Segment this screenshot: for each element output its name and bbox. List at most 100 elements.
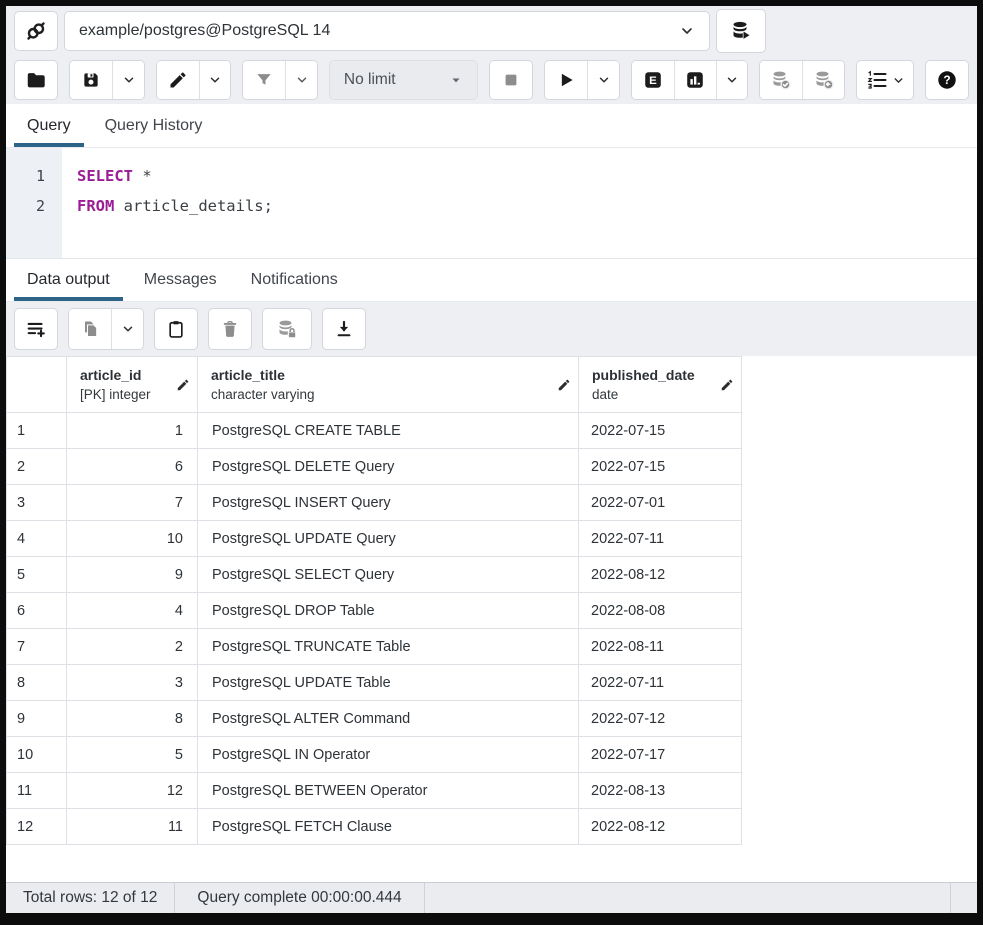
published-date-cell[interactable]: 2022-07-01 xyxy=(579,485,742,521)
row-number-cell[interactable]: 2 xyxy=(7,449,67,485)
article-title-cell[interactable]: PostgreSQL TRUNCATE Table xyxy=(198,629,579,665)
new-connection-button[interactable] xyxy=(716,9,766,53)
article-id-cell[interactable]: 2 xyxy=(67,629,198,665)
article-id-cell[interactable]: 3 xyxy=(67,665,198,701)
plug-connection-icon xyxy=(24,19,48,43)
bottom-gap xyxy=(6,850,977,882)
published-date-cell[interactable]: 2022-07-17 xyxy=(579,737,742,773)
tab-data-output[interactable]: Data output xyxy=(14,259,123,301)
paste-button[interactable] xyxy=(154,308,198,350)
add-row-button[interactable] xyxy=(14,308,58,350)
published-date-cell[interactable]: 2022-07-15 xyxy=(579,449,742,485)
published-date-cell[interactable]: 2022-07-12 xyxy=(579,701,742,737)
published-date-cell[interactable]: 2022-08-12 xyxy=(579,809,742,845)
edit-column-icon[interactable] xyxy=(557,378,571,392)
article-title-cell[interactable]: PostgreSQL DELETE Query xyxy=(198,449,579,485)
row-limit-value: No limit xyxy=(344,71,396,89)
article-id-cell[interactable]: 1 xyxy=(67,413,198,449)
edit-column-icon[interactable] xyxy=(720,378,734,392)
help-button[interactable]: ? xyxy=(925,60,969,100)
published-date-cell[interactable]: 2022-07-11 xyxy=(579,521,742,557)
article-id-cell[interactable]: 6 xyxy=(67,449,198,485)
execute-button[interactable] xyxy=(545,61,587,99)
row-number-cell[interactable]: 12 xyxy=(7,809,67,845)
chevron-down-icon xyxy=(122,73,136,87)
sql-editor[interactable]: 1 2 SELECT * FROM article_details; xyxy=(6,148,977,258)
edit-column-icon[interactable] xyxy=(176,378,190,392)
edit-button[interactable] xyxy=(157,61,199,99)
tab-query[interactable]: Query xyxy=(14,104,84,147)
row-number-cell[interactable]: 8 xyxy=(7,665,67,701)
row-number-cell[interactable]: 7 xyxy=(7,629,67,665)
grid-row: 6 4 PostgreSQL DROP Table 2022-08-08 xyxy=(7,593,742,629)
execute-options-dropdown[interactable] xyxy=(587,61,619,99)
edit-options-dropdown[interactable] xyxy=(199,61,231,99)
row-number-cell[interactable]: 6 xyxy=(7,593,67,629)
article-id-cell[interactable]: 8 xyxy=(67,701,198,737)
column-header-article-title[interactable]: article_title character varying xyxy=(198,357,579,413)
select-all-header-cell[interactable] xyxy=(7,357,67,413)
delete-row-button[interactable] xyxy=(208,308,252,350)
grid-row: 2 6 PostgreSQL DELETE Query 2022-07-15 xyxy=(7,449,742,485)
row-number-cell[interactable]: 10 xyxy=(7,737,67,773)
grid-row: 3 7 PostgreSQL INSERT Query 2022-07-01 xyxy=(7,485,742,521)
copy-options-dropdown[interactable] xyxy=(111,309,143,349)
article-title-cell[interactable]: PostgreSQL FETCH Clause xyxy=(198,809,579,845)
article-title-cell[interactable]: PostgreSQL ALTER Command xyxy=(198,701,579,737)
article-id-cell[interactable]: 10 xyxy=(67,521,198,557)
article-id-cell[interactable]: 4 xyxy=(67,593,198,629)
code-area[interactable]: SELECT * FROM article_details; xyxy=(62,148,977,258)
download-button[interactable] xyxy=(322,308,366,350)
article-title-cell[interactable]: PostgreSQL IN Operator xyxy=(198,737,579,773)
macros-button[interactable] xyxy=(856,60,914,100)
tab-notifications[interactable]: Notifications xyxy=(238,259,351,301)
open-file-button[interactable] xyxy=(14,60,58,100)
filter-button[interactable] xyxy=(243,61,285,99)
published-date-cell[interactable]: 2022-08-11 xyxy=(579,629,742,665)
published-date-cell[interactable]: 2022-08-13 xyxy=(579,773,742,809)
explain-button[interactable]: E xyxy=(632,61,674,99)
commit-button[interactable] xyxy=(760,61,802,99)
article-id-cell[interactable]: 9 xyxy=(67,557,198,593)
explain-options-dropdown[interactable] xyxy=(716,61,748,99)
save-data-changes-button[interactable] xyxy=(262,308,312,350)
row-number-cell[interactable]: 4 xyxy=(7,521,67,557)
explain-analyze-button[interactable] xyxy=(674,61,716,99)
row-number-cell[interactable]: 3 xyxy=(7,485,67,521)
line-number: 1 xyxy=(6,161,62,191)
article-title-cell[interactable]: PostgreSQL INSERT Query xyxy=(198,485,579,521)
save-button[interactable] xyxy=(70,61,112,99)
article-title-cell[interactable]: PostgreSQL SELECT Query xyxy=(198,557,579,593)
article-id-cell[interactable]: 11 xyxy=(67,809,198,845)
editor-tabbar: Query Query History xyxy=(6,104,977,148)
row-limit-select[interactable]: No limit xyxy=(329,60,478,100)
row-number-cell[interactable]: 9 xyxy=(7,701,67,737)
published-date-cell[interactable]: 2022-07-11 xyxy=(579,665,742,701)
article-title-cell[interactable]: PostgreSQL CREATE TABLE xyxy=(198,413,579,449)
published-date-cell[interactable]: 2022-08-08 xyxy=(579,593,742,629)
article-title-cell[interactable]: PostgreSQL UPDATE Table xyxy=(198,665,579,701)
row-number-cell[interactable]: 5 xyxy=(7,557,67,593)
row-number-cell[interactable]: 1 xyxy=(7,413,67,449)
article-title-cell[interactable]: PostgreSQL BETWEEN Operator xyxy=(198,773,579,809)
stop-button[interactable] xyxy=(489,60,533,100)
article-id-cell[interactable]: 7 xyxy=(67,485,198,521)
rollback-button[interactable] xyxy=(802,61,844,99)
article-title-cell[interactable]: PostgreSQL UPDATE Query xyxy=(198,521,579,557)
column-header-article-id[interactable]: article_id [PK] integer xyxy=(67,357,198,413)
filter-options-dropdown[interactable] xyxy=(285,61,317,99)
row-number-cell[interactable]: 11 xyxy=(7,773,67,809)
copy-button[interactable] xyxy=(69,309,111,349)
published-date-cell[interactable]: 2022-08-12 xyxy=(579,557,742,593)
connection-status-button[interactable] xyxy=(14,11,58,51)
tab-query-history[interactable]: Query History xyxy=(92,104,216,147)
save-options-dropdown[interactable] xyxy=(112,61,144,99)
published-date-cell[interactable]: 2022-07-15 xyxy=(579,413,742,449)
article-title-cell[interactable]: PostgreSQL DROP Table xyxy=(198,593,579,629)
tab-messages[interactable]: Messages xyxy=(131,259,230,301)
chevron-down-icon xyxy=(295,73,309,87)
connection-select[interactable]: example/postgres@PostgreSQL 14 xyxy=(64,11,710,51)
column-header-published-date[interactable]: published_date date xyxy=(579,357,742,413)
article-id-cell[interactable]: 5 xyxy=(67,737,198,773)
article-id-cell[interactable]: 12 xyxy=(67,773,198,809)
